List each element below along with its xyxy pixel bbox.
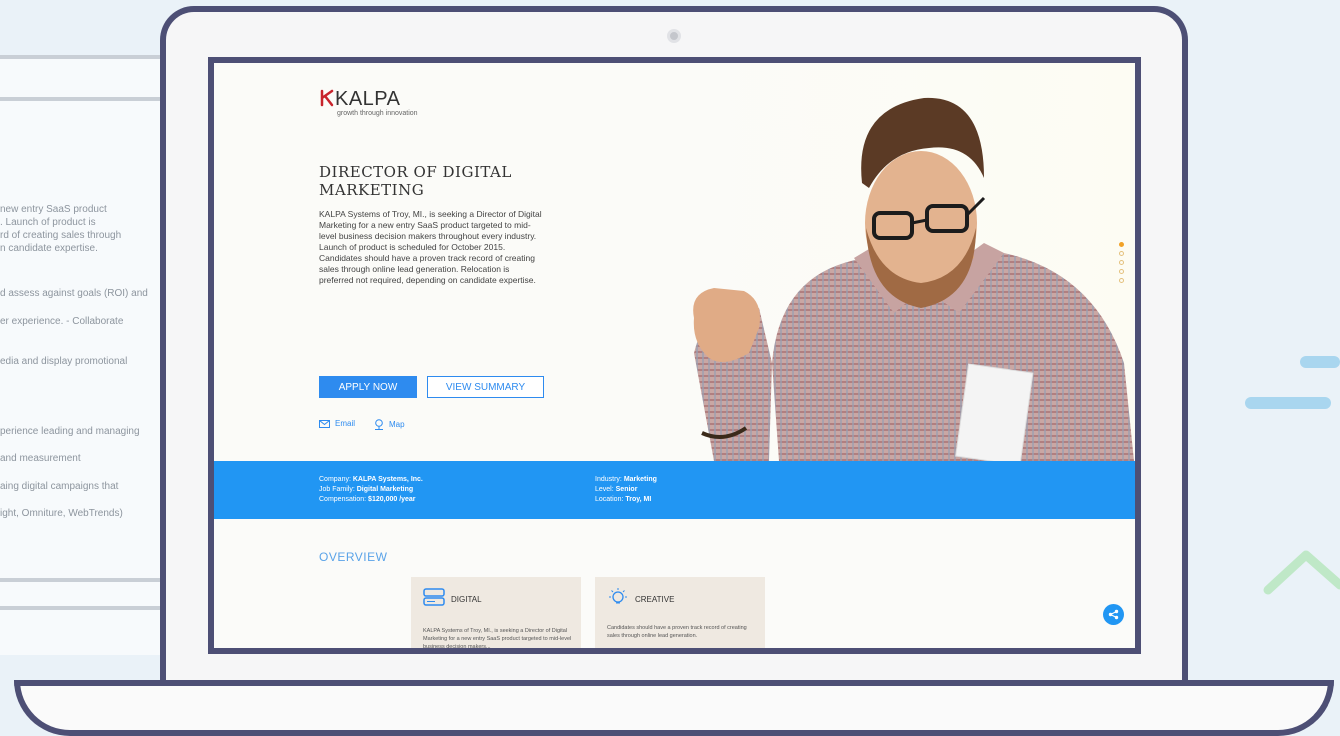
info-column-right: Industry: Marketing Level: Senior Locati…: [595, 475, 657, 505]
laptop-base: [14, 680, 1334, 736]
job-family-value: Digital Marketing: [356, 486, 414, 493]
job-family-row: Job Family: Digital Marketing: [319, 485, 423, 495]
background-text: new entry SaaS product . Launch of produ…: [0, 204, 122, 254]
background-text: aing digital campaigns that: [0, 481, 119, 492]
job-family-label: Job Family:: [319, 486, 355, 493]
background-document: new entry SaaS product . Launch of produ…: [0, 55, 175, 655]
industry-value: Marketing: [623, 476, 657, 483]
company-value: KALPA Systems, Inc.: [352, 476, 423, 483]
decorative-dash: [1300, 356, 1340, 368]
camera-icon: [667, 29, 681, 43]
chevron-up-icon: [1263, 550, 1340, 595]
slide-dot[interactable]: [1119, 269, 1124, 274]
hero-section: KALPA growth through innovation DIRECTOR…: [214, 63, 1135, 461]
industry-label: Industry:: [595, 476, 622, 483]
map-label: Map: [389, 420, 405, 429]
company-row: Company: KALPA Systems, Inc.: [319, 475, 423, 485]
job-info-bar: Company: KALPA Systems, Inc. Job Family:…: [214, 461, 1135, 519]
compensation-label: Compensation:: [319, 496, 367, 503]
lightbulb-icon: [609, 588, 627, 604]
overview-card-creative[interactable]: CREATIVE Candidates should have a proven…: [595, 577, 765, 648]
background-text: edia and display promotional: [0, 356, 128, 367]
job-title: DIRECTOR OF DIGITAL MARKETING: [319, 163, 512, 199]
slide-indicator: [1119, 242, 1125, 287]
slide-dot[interactable]: [1119, 251, 1124, 256]
level-row: Level: Senior: [595, 485, 657, 495]
compensation-value: $120,000 /year: [368, 496, 416, 503]
slide-dot[interactable]: [1119, 260, 1124, 265]
info-column-left: Company: KALPA Systems, Inc. Job Family:…: [319, 475, 423, 505]
decorative-dash: [1245, 397, 1331, 409]
kalpa-logo[interactable]: KALPA: [319, 88, 401, 111]
share-button[interactable]: [1103, 604, 1124, 625]
hero-photo: [684, 63, 1134, 461]
apply-now-button[interactable]: APPLY NOW: [319, 376, 417, 398]
email-link[interactable]: Email: [319, 419, 355, 428]
overview-heading: OVERVIEW: [319, 550, 388, 564]
location-value: Troy, MI: [625, 496, 652, 503]
card-text: Candidates should have a proven track re…: [607, 625, 747, 639]
email-label: Email: [335, 419, 356, 428]
card-title: CREATIVE: [635, 595, 675, 604]
map-link[interactable]: Map: [374, 419, 405, 430]
industry-row: Industry: Marketing: [595, 475, 657, 485]
overview-card-digital[interactable]: DIGITAL KALPA Systems of Troy, MI., is s…: [411, 577, 581, 650]
card-title: DIGITAL: [451, 595, 482, 604]
divider: [0, 578, 175, 582]
laptop-screen: KALPA growth through innovation DIRECTOR…: [208, 57, 1141, 654]
company-label: Company:: [319, 476, 351, 483]
background-text: ight, Omniture, WebTrends): [0, 508, 123, 519]
card-text: KALPA Systems of Troy, MI., is seeking a…: [423, 628, 572, 650]
location-label: Location:: [595, 496, 624, 503]
background-text: and measurement: [0, 453, 81, 464]
background-text: perience leading and managing: [0, 426, 140, 437]
view-summary-button[interactable]: VIEW SUMMARY: [427, 376, 544, 398]
kalpa-logo-icon: [320, 89, 334, 107]
background-text: d assess against goals (ROI) and: [0, 288, 148, 299]
job-description: KALPA Systems of Troy, MI., is seeking a…: [319, 209, 542, 285]
divider: [0, 606, 175, 610]
divider: [0, 97, 175, 101]
level-label: Level:: [595, 486, 614, 493]
slide-dot[interactable]: [1119, 278, 1124, 283]
level-value: Senior: [615, 486, 638, 493]
hard-drive-icon: [423, 588, 445, 606]
compensation-row: Compensation: $120,000 /year: [319, 495, 423, 505]
brand-tagline: growth through innovation: [337, 110, 418, 117]
slide-dot[interactable]: [1119, 242, 1124, 247]
location-row: Location: Troy, MI: [595, 495, 657, 505]
divider: [0, 55, 175, 59]
brand-name: KALPA: [335, 88, 401, 110]
map-pin-icon: [375, 419, 383, 430]
background-text: er experience. - Collaborate: [0, 316, 124, 327]
share-icon: [1108, 609, 1119, 620]
email-icon: [319, 419, 330, 428]
